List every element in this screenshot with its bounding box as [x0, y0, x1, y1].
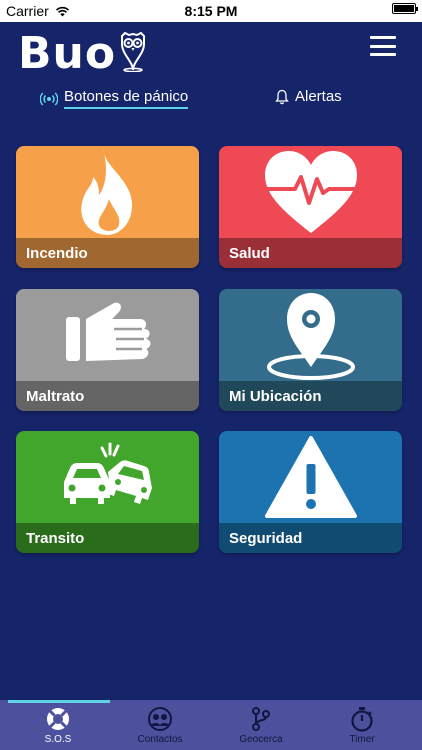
fist-icon: [65, 302, 150, 361]
nav-contactos[interactable]: Contactos: [110, 700, 210, 750]
status-time: 8:15 PM: [184, 3, 238, 19]
car-crash-icon: [63, 442, 152, 504]
menu-line: [370, 53, 396, 56]
nav-contactos-label: Contactos: [137, 734, 183, 745]
tab-alerts-label: Alertas: [295, 88, 342, 105]
owl-pin-icon: [121, 31, 146, 72]
panic-card-transito[interactable]: Transito: [16, 431, 199, 553]
bottom-tab-bar: S.O.S Contactos Geocerca Timer: [0, 700, 422, 750]
nav-sos[interactable]: S.O.S: [8, 700, 108, 750]
nav-timer-label: Timer: [349, 734, 375, 745]
flame-icon: [80, 149, 132, 235]
nav-timer[interactable]: Timer: [312, 700, 412, 750]
nav-geocerca-label: Geocerca: [239, 734, 283, 745]
card-label: Transito: [16, 523, 199, 553]
panic-card-maltrato[interactable]: Maltrato: [16, 289, 199, 411]
card-icon-area: [16, 289, 199, 381]
card-icon-area: [16, 146, 199, 238]
lifebuoy-icon: [47, 708, 69, 730]
card-label: Seguridad: [219, 523, 402, 553]
top-tabs: Botones de pánico Alertas: [0, 88, 422, 120]
warning-icon: [264, 436, 357, 518]
hamburger-menu-button[interactable]: [370, 36, 396, 56]
status-bar: Carrier 8:15 PM: [0, 0, 422, 22]
card-icon-area: [219, 431, 402, 523]
app-header: Buo: [0, 22, 422, 86]
tab-panic-buttons[interactable]: Botones de pánico: [40, 88, 189, 109]
bell-icon: [275, 89, 289, 104]
nav-geocerca[interactable]: Geocerca: [211, 700, 311, 750]
panic-card-salud[interactable]: Salud: [219, 146, 402, 268]
contacts-icon: [148, 707, 172, 731]
tab-panic-label: Botones de pánico: [64, 88, 189, 109]
location-pin-icon: [266, 293, 355, 380]
tab-alerts[interactable]: Alertas: [275, 88, 342, 105]
geofence-icon: [252, 707, 270, 731]
logo-text: Buo: [18, 28, 117, 79]
battery-icon: [392, 3, 418, 14]
card-icon-area: [219, 289, 402, 381]
card-label: Salud: [219, 238, 402, 268]
nav-sos-label: S.O.S: [44, 734, 72, 745]
card-label: Maltrato: [16, 381, 199, 411]
heartbeat-icon: [264, 151, 357, 233]
panic-card-seguridad[interactable]: Seguridad: [219, 431, 402, 553]
menu-line: [370, 44, 396, 48]
card-icon-area: [219, 146, 402, 238]
broadcast-icon: [40, 91, 58, 106]
panic-card-incendio[interactable]: Incendio: [16, 146, 199, 268]
card-icon-area: [16, 431, 199, 523]
status-right: [392, 3, 418, 14]
card-label: Mi Ubicación: [219, 381, 402, 411]
menu-line: [370, 36, 396, 39]
stopwatch-icon: [351, 707, 373, 732]
panic-card-mi-ubicacion[interactable]: Mi Ubicación: [219, 289, 402, 411]
app-logo: Buo: [18, 30, 148, 78]
card-label: Incendio: [16, 238, 199, 268]
